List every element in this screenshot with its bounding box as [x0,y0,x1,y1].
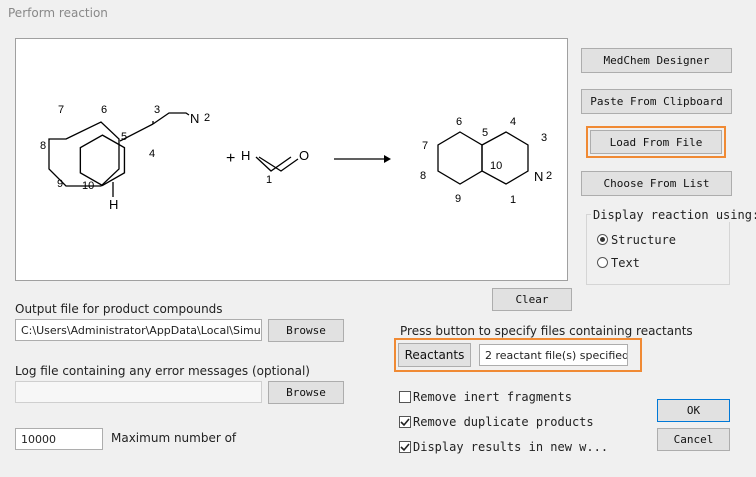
text-radio[interactable] [597,257,608,268]
radio-dot-icon [600,237,605,242]
atom-label: 3 [541,132,547,144]
cancel-button[interactable]: Cancel [657,428,730,451]
output-browse-button[interactable]: Browse [268,319,344,342]
atom-label: 5 [482,127,488,139]
atom-label: 10 [82,180,94,192]
text-radio-label[interactable]: Text [611,256,640,270]
atom-label: N [190,111,199,126]
atom-label: 8 [40,140,46,152]
remove-inert-checkbox[interactable] [399,391,411,403]
atom-label: O [299,148,309,163]
atom-label: 9 [57,178,63,190]
atom-label: 4 [149,148,155,160]
reaction-drawing: 7 6 5 3 N 2 8 4 9 10 H + H O 1 6 5 4 7 3… [40,104,552,212]
atom-label: 6 [101,104,107,116]
reactants-status-field: 2 reactant file(s) specified [479,344,628,366]
paste-clipboard-button[interactable]: Paste From Clipboard [581,89,732,114]
medchem-designer-button[interactable]: MedChem Designer [581,48,732,73]
structure-radio[interactable] [597,234,608,245]
title-bar [0,0,756,26]
remove-duplicate-checkbox[interactable] [399,416,411,428]
load-file-button[interactable]: Load From File [590,130,722,154]
atom-label: H [109,197,118,212]
log-file-field[interactable] [15,381,262,403]
display-new-window-label[interactable]: Display results in new w... [413,440,608,454]
atom-label: 2 [204,112,210,124]
clear-button[interactable]: Clear [492,288,572,311]
atom-label: 10 [490,160,502,172]
structure-radio-label[interactable]: Structure [611,233,676,247]
output-file-field[interactable]: C:\Users\Administrator\AppData\Local\Sim… [15,319,262,341]
checkmark-icon [400,443,410,452]
atom-label: 1 [266,174,272,186]
choose-list-button[interactable]: Choose From List [581,171,732,196]
benzene-ring [48,121,120,187]
checkmark-icon [400,418,410,427]
reaction-canvas[interactable]: 7 6 5 3 N 2 8 4 9 10 H + H O 1 6 5 4 7 3… [15,38,568,281]
max-number-label: Maximum number of [111,431,237,445]
max-number-field[interactable]: 10000 [15,428,103,450]
atom-label: 3 [154,104,160,116]
log-browse-button[interactable]: Browse [268,381,344,404]
remove-inert-label[interactable]: Remove inert fragments [413,390,572,404]
atom-label: N [534,169,543,184]
reactants-button[interactable]: Reactants [398,343,471,367]
display-new-window-checkbox[interactable] [399,441,411,453]
atom-label: 4 [510,116,516,128]
ok-button[interactable]: OK [657,399,730,422]
log-file-label: Log file containing any error messages (… [15,364,310,378]
remove-duplicate-label[interactable]: Remove duplicate products [413,415,594,429]
output-file-label: Output file for product compounds [15,302,223,316]
atom-label: 9 [455,193,461,205]
atom-label: 7 [422,140,428,152]
atom-label: 2 [546,170,552,182]
atom-label: 5 [121,131,127,143]
atom-label: 7 [58,104,64,116]
display-group-title: Display reaction using: [591,208,756,222]
window-title: Perform reaction [8,6,108,20]
atom-label: H [241,148,250,163]
atom-label: 1 [510,194,516,206]
reactant-ring [79,134,126,187]
atom-label: 8 [420,170,426,182]
reactants-instruction: Press button to specify files containing… [400,324,693,338]
display-reaction-group [586,214,730,285]
plus-sign: + [226,150,235,167]
atom-label: 6 [456,116,462,128]
